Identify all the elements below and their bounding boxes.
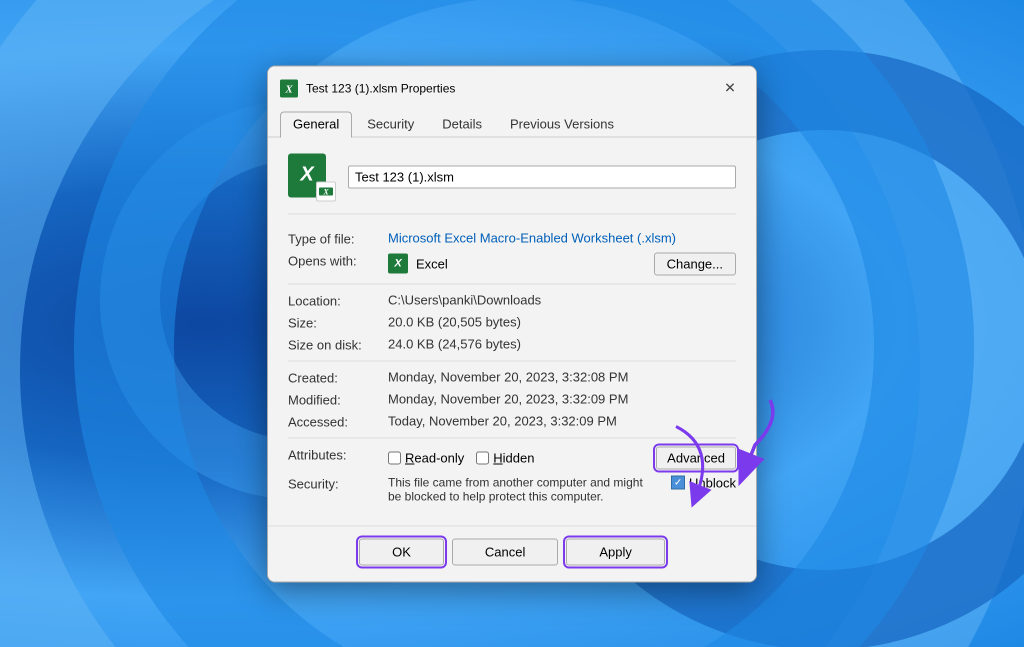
dialog-content: X Type of file: Microsoft Excel Macro-En… <box>268 137 756 525</box>
disk-label: Size on disk: <box>288 336 388 352</box>
accessed-label: Accessed: <box>288 413 388 429</box>
close-button[interactable]: ✕ <box>716 78 744 98</box>
readonly-checkbox-label[interactable]: Read-only <box>388 450 464 465</box>
tab-general[interactable]: General <box>280 111 352 137</box>
type-label: Type of file: <box>288 230 388 246</box>
size-value: 20.0 KB (20,505 bytes) <box>388 314 736 329</box>
type-row: Type of file: Microsoft Excel Macro-Enab… <box>288 230 736 246</box>
disk-row: Size on disk: 24.0 KB (24,576 bytes) <box>288 336 736 352</box>
created-label: Created: <box>288 369 388 385</box>
security-label: Security: <box>288 475 388 491</box>
size-row: Size: 20.0 KB (20,505 bytes) <box>288 314 736 330</box>
location-value: C:\Users\panki\Downloads <box>388 292 736 307</box>
readonly-checkbox[interactable] <box>388 451 401 464</box>
dialog-title: Test 123 (1).xlsm Properties <box>306 81 455 95</box>
file-icon: X <box>288 153 336 201</box>
location-row: Location: C:\Users\panki\Downloads <box>288 292 736 308</box>
apply-button[interactable]: Apply <box>566 538 665 565</box>
unblock-label[interactable]: Unblock <box>671 475 736 490</box>
file-header: X <box>288 153 736 214</box>
security-row: Security: This file came from another co… <box>288 475 736 503</box>
attributes-label: Attributes: <box>288 446 388 462</box>
title-bar-left: X Test 123 (1).xlsm Properties <box>280 79 455 97</box>
separator-3 <box>288 437 736 438</box>
properties-dialog: X Test 123 (1).xlsm Properties ✕ General… <box>267 65 757 582</box>
change-button[interactable]: Change... <box>654 252 736 275</box>
file-name-input[interactable] <box>348 166 736 189</box>
opens-with-label: Opens with: <box>288 252 388 268</box>
accessed-value: Today, November 20, 2023, 3:32:09 PM <box>388 413 736 428</box>
hidden-label: Hidden <box>493 450 534 465</box>
tab-previous-versions[interactable]: Previous Versions <box>497 111 627 137</box>
attributes-row: Attributes: Read-only Hidden Advanced <box>288 446 736 469</box>
security-text: This file came from another computer and… <box>388 475 659 503</box>
svg-text:X: X <box>322 187 329 196</box>
title-bar: X Test 123 (1).xlsm Properties ✕ <box>268 66 756 102</box>
excel-badge: X <box>316 181 336 201</box>
cancel-button[interactable]: Cancel <box>452 538 558 565</box>
created-value: Monday, November 20, 2023, 3:32:08 PM <box>388 369 736 384</box>
ok-button[interactable]: OK <box>359 538 444 565</box>
separator-2 <box>288 360 736 361</box>
tab-security[interactable]: Security <box>354 111 427 137</box>
readonly-label: Read-only <box>405 450 464 465</box>
modified-row: Modified: Monday, November 20, 2023, 3:3… <box>288 391 736 407</box>
separator-1 <box>288 283 736 284</box>
excel-small-icon: X <box>388 254 408 274</box>
properties-table: Type of file: Microsoft Excel Macro-Enab… <box>288 230 736 503</box>
location-label: Location: <box>288 292 388 308</box>
opens-with-row: Opens with: X Excel Change... <box>288 252 736 275</box>
tab-details[interactable]: Details <box>429 111 495 137</box>
unblock-checkbox[interactable] <box>671 476 685 490</box>
type-value: Microsoft Excel Macro-Enabled Worksheet … <box>388 230 736 245</box>
size-label: Size: <box>288 314 388 330</box>
dialog-footer: OK Cancel Apply <box>268 525 756 581</box>
unblock-text: Unblock <box>689 475 736 490</box>
tab-bar: General Security Details Previous Versio… <box>268 106 756 137</box>
advanced-button[interactable]: Advanced <box>656 446 736 469</box>
created-row: Created: Monday, November 20, 2023, 3:32… <box>288 369 736 385</box>
opens-with-app: Excel <box>416 256 448 271</box>
accessed-row: Accessed: Today, November 20, 2023, 3:32… <box>288 413 736 429</box>
modified-label: Modified: <box>288 391 388 407</box>
modified-value: Monday, November 20, 2023, 3:32:09 PM <box>388 391 736 406</box>
svg-text:X: X <box>284 83 293 95</box>
hidden-checkbox[interactable] <box>476 451 489 464</box>
dialog-icon: X <box>280 79 298 97</box>
disk-value: 24.0 KB (24,576 bytes) <box>388 336 736 351</box>
hidden-checkbox-label[interactable]: Hidden <box>476 450 534 465</box>
